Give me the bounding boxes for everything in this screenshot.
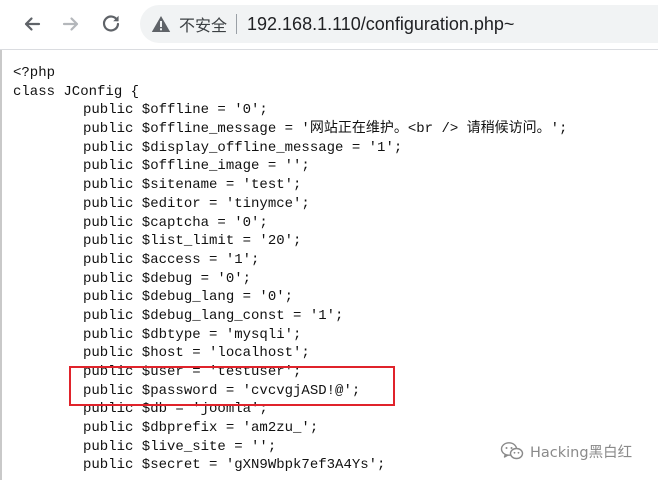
browser-toolbar: 不安全 192.168.1.110/configuration.php~ <box>0 0 658 50</box>
code-line-text: public $dbtype = 'mysqli'; <box>83 326 302 343</box>
code-line: public $sitename = 'test'; <box>13 176 567 195</box>
code-line-text: public $display_offline_message = '1'; <box>83 139 403 156</box>
warning-triangle-icon[interactable] <box>151 15 171 33</box>
code-line: public $offline_image = ''; <box>13 157 567 176</box>
code-line-text: public $sitename = 'test'; <box>83 177 302 194</box>
url-text[interactable]: 192.168.1.110/configuration.php~ <box>247 14 514 35</box>
code-line: public $access = '1'; <box>13 251 567 270</box>
code-line-text: public $access = '1'; <box>83 251 260 268</box>
code-line: public $offline = '0'; <box>13 101 567 120</box>
credentials-highlight-box <box>69 366 395 406</box>
code-line-text: public $debug_lang_const = '1'; <box>83 307 344 324</box>
code-line-text: public $offline = '0'; <box>83 102 268 119</box>
code-line: public $debug_lang = '0'; <box>13 288 567 307</box>
code-line: public $dbtype = 'mysqli'; <box>13 326 567 345</box>
code-line: public $editor = 'tinymce'; <box>13 195 567 214</box>
code-line-text: public $debug_lang = '0'; <box>83 289 294 306</box>
code-line-text: public $editor = 'tinymce'; <box>83 195 310 212</box>
code-line-text: public $captcha = '0'; <box>83 214 268 231</box>
code-line: public $offline_message = '网站正在维护。<br />… <box>13 120 567 139</box>
code-line: public $captcha = '0'; <box>13 214 567 233</box>
arrow-right-icon <box>62 17 79 31</box>
watermark: Hacking黑白红 <box>500 438 632 464</box>
code-line-text: public $host = 'localhost'; <box>83 345 310 362</box>
watermark-text: Hacking黑白红 <box>530 444 633 461</box>
code-line: public $display_offline_message = '1'; <box>13 139 567 158</box>
arrow-left-icon <box>24 17 41 31</box>
back-button[interactable] <box>17 9 47 39</box>
code-line: <?php <box>13 65 56 81</box>
code-line: public $list_limit = '20'; <box>13 232 567 251</box>
reload-button[interactable] <box>96 9 126 39</box>
code-line: class JConfig { <box>13 83 140 100</box>
address-bar[interactable]: 不安全 192.168.1.110/configuration.php~ <box>140 5 658 43</box>
code-line-text: public $dbprefix = 'am2zu_'; <box>83 420 319 437</box>
code-line-text: public $secret = 'gXN9Wbpk7ef3A4Ys'; <box>83 457 386 474</box>
code-line-text: public $offline_image = ''; <box>83 158 310 175</box>
address-bar-divider <box>236 14 238 34</box>
forward-button[interactable] <box>56 9 86 39</box>
code-line: public $dbprefix = 'am2zu_'; <box>13 419 567 438</box>
code-line: public $debug = '0'; <box>13 270 567 289</box>
code-line-text: public $debug = '0'; <box>83 270 252 287</box>
code-line-text: public $offline_message = '网站正在维护。<br />… <box>83 121 568 138</box>
security-status-label[interactable]: 不安全 <box>179 12 227 36</box>
code-line-text: public $list_limit = '20'; <box>83 233 302 250</box>
reload-icon <box>102 15 120 32</box>
wechat-icon <box>500 442 524 460</box>
code-line: public $host = 'localhost'; <box>13 344 567 363</box>
php-source-view: <?php class JConfig { public $offline = '0… <box>13 64 567 475</box>
code-line-text: public $live_site = ''; <box>83 438 277 455</box>
window-left-edge <box>0 50 2 480</box>
code-line: public $debug_lang_const = '1'; <box>13 307 567 326</box>
code-line: public $live_site = ''; <box>13 438 567 457</box>
code-line: public $secret = 'gXN9Wbpk7ef3A4Ys'; <box>13 456 567 475</box>
